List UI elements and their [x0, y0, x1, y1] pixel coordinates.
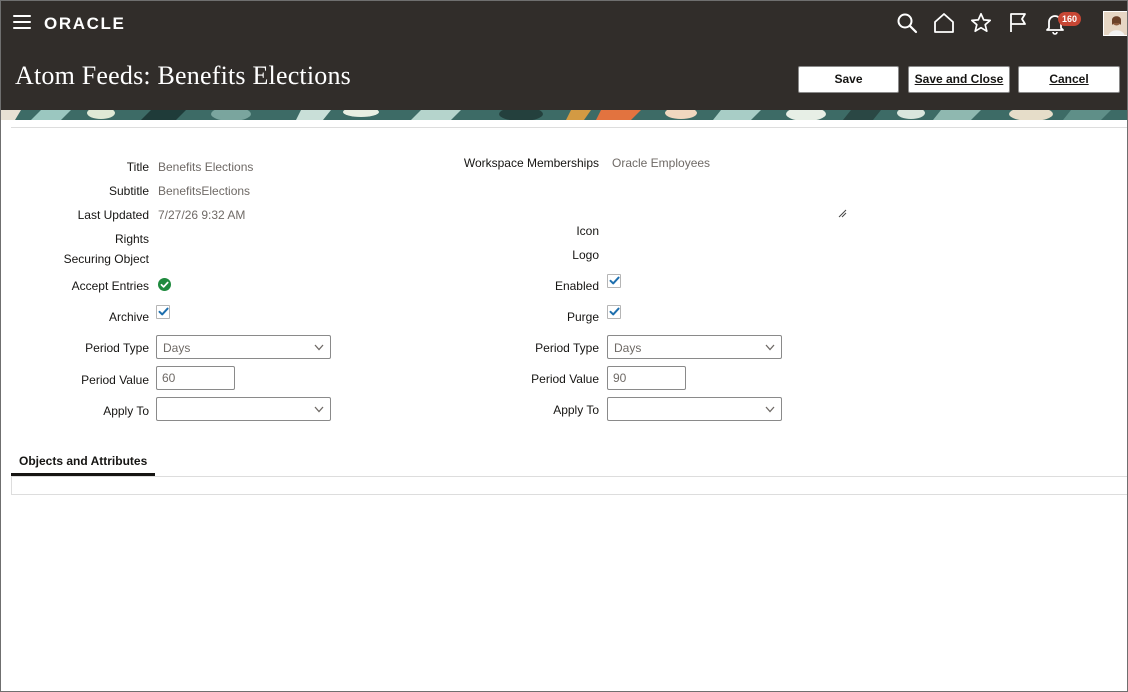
application-window: ORACLE 160 Atom Feeds: Benefits Election…: [0, 0, 1128, 692]
header-decoration: [1, 110, 1127, 120]
title-value: Benefits Elections: [158, 160, 254, 174]
menu-icon[interactable]: [13, 15, 31, 31]
period-value-label: Period Value: [81, 373, 149, 387]
home-icon[interactable]: [932, 11, 956, 35]
last-updated-value: 7/27/26 9:32 AM: [158, 208, 246, 222]
workspace-memberships-value: Oracle Employees: [612, 156, 711, 170]
enabled-label: Enabled: [554, 279, 599, 293]
avatar[interactable]: [1103, 11, 1127, 36]
icon-label: Icon: [576, 224, 599, 238]
oracle-logo[interactable]: ORACLE: [44, 14, 125, 34]
workspace-memberships-label: Workspace Memberships: [463, 156, 599, 170]
save-and-close-label: Save and Close: [914, 72, 1004, 86]
tab-objects-and-attributes[interactable]: Objects and Attributes: [11, 451, 156, 476]
period-value-label-right: Period Value: [531, 372, 599, 386]
save-and-close-button[interactable]: Save and Close: [908, 66, 1010, 93]
cancel-button[interactable]: Cancel: [1018, 66, 1120, 93]
apply-to-label-right: Apply To: [553, 403, 599, 417]
flag-icon[interactable]: [1006, 11, 1030, 35]
period-type-select-right[interactable]: Days: [607, 335, 782, 359]
star-icon[interactable]: [969, 11, 993, 35]
period-type-selected: Days: [163, 341, 191, 355]
accept-entries-label: Accept Entries: [71, 279, 149, 293]
save-button[interactable]: Save: [798, 66, 899, 93]
checkmark-icon: [158, 307, 169, 316]
apply-to-label: Apply To: [103, 404, 149, 418]
period-type-label-right: Period Type: [535, 341, 599, 355]
archive-label: Archive: [108, 310, 149, 324]
cancel-label: Cancel: [1049, 72, 1089, 86]
resize-handle-icon[interactable]: [836, 207, 848, 219]
archive-checkbox[interactable]: [156, 305, 170, 319]
apply-to-select-right[interactable]: [607, 397, 782, 421]
chevron-down-icon: [314, 406, 324, 413]
title-label: Title: [126, 160, 149, 174]
tab-panel-objects-and-attributes: [11, 477, 1127, 495]
period-type-selected-right: Days: [614, 341, 642, 355]
chevron-down-icon: [765, 344, 775, 351]
chevron-down-icon: [314, 344, 324, 351]
chevron-down-icon: [765, 406, 775, 413]
securing-object-label: Securing Object: [63, 252, 149, 266]
logo-label: Logo: [572, 248, 599, 262]
section-divider: [11, 127, 1127, 128]
subtitle-label: Subtitle: [108, 184, 149, 198]
checkmark-icon: [609, 276, 620, 285]
period-type-select[interactable]: Days: [156, 335, 331, 359]
checkmark-icon: [609, 307, 620, 316]
search-icon[interactable]: [895, 11, 919, 35]
global-header: ORACLE 160 Atom Feeds: Benefits Election…: [1, 1, 1127, 110]
apply-to-select[interactable]: [156, 397, 331, 421]
last-updated-label: Last Updated: [77, 208, 149, 222]
rights-label: Rights: [114, 232, 149, 246]
purge-label: Purge: [566, 310, 599, 324]
purge-checkbox[interactable]: [607, 305, 621, 319]
check-circle-icon: [158, 278, 171, 291]
period-value-input[interactable]: [156, 366, 235, 390]
period-value-input-right[interactable]: [607, 366, 686, 390]
period-type-label: Period Type: [85, 341, 149, 355]
notification-badge: 160: [1058, 12, 1082, 26]
enabled-checkbox[interactable]: [607, 274, 621, 288]
page-title: Atom Feeds: Benefits Elections: [15, 61, 352, 90]
subtitle-value: BenefitsElections: [158, 184, 251, 198]
